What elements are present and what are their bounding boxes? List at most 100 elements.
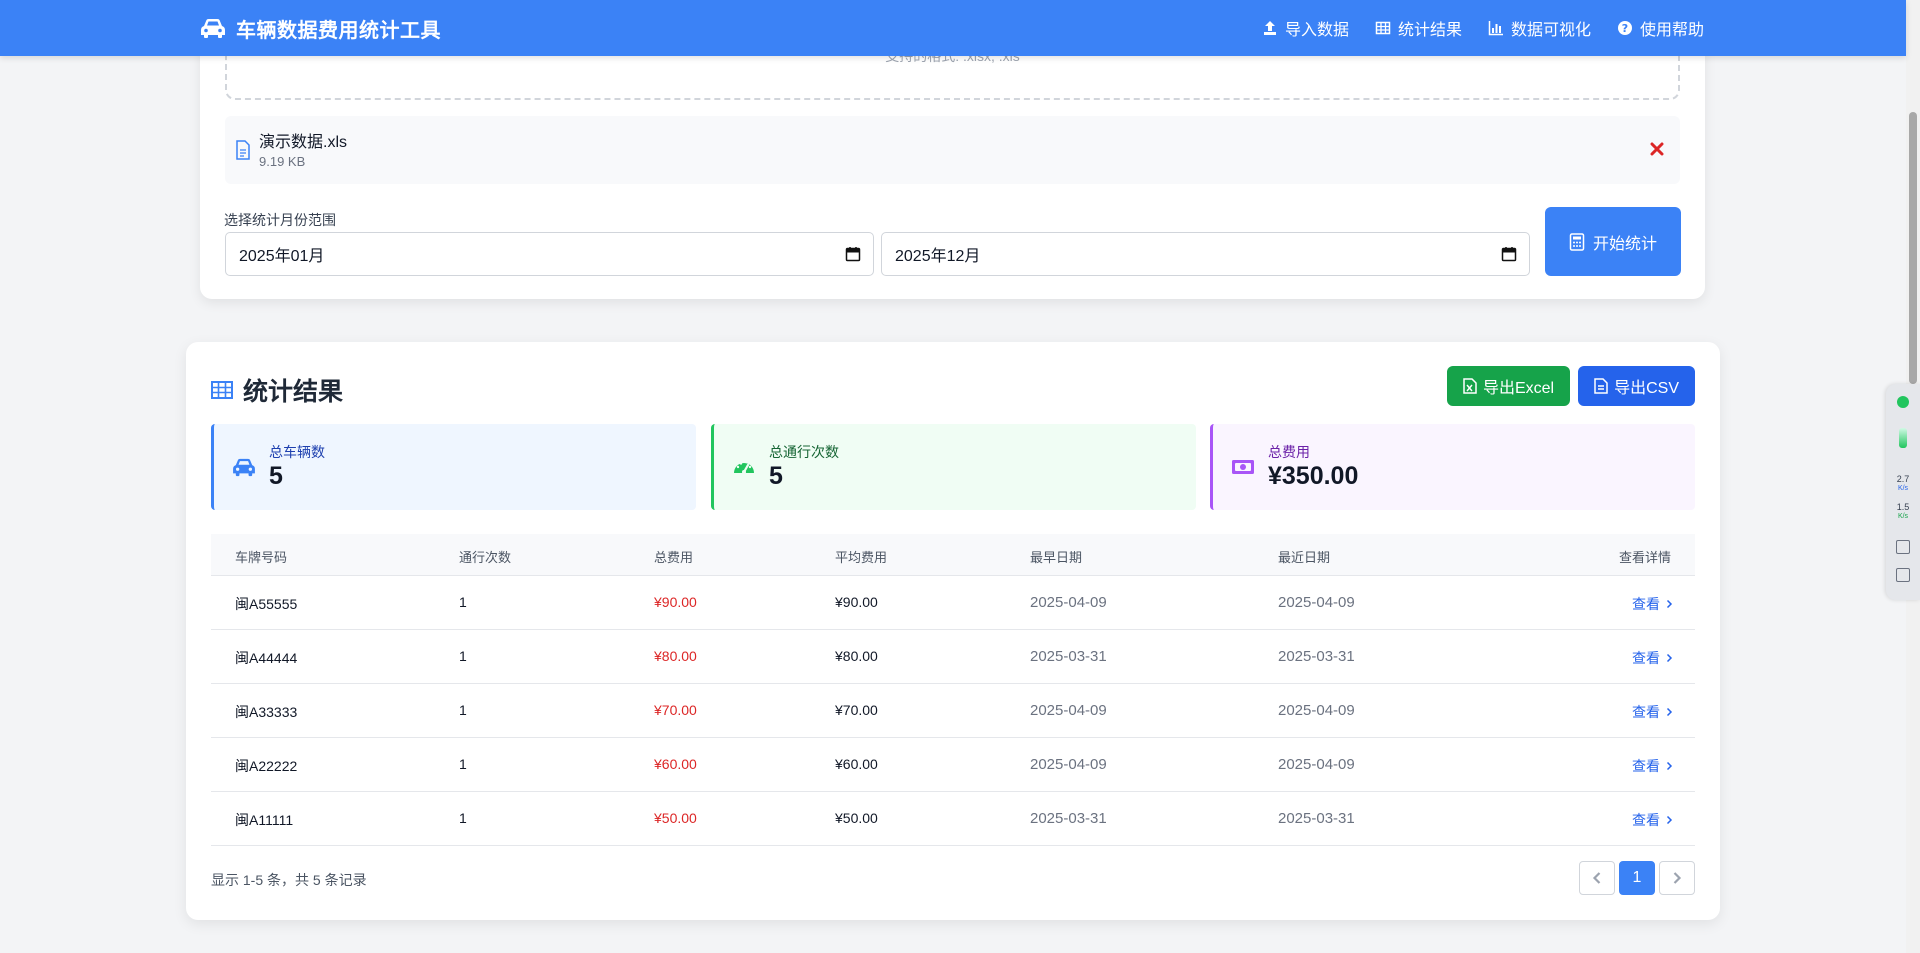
cell-avg: ¥70.00 (835, 702, 878, 718)
money-icon (1232, 460, 1254, 474)
nav-import-label: 导入数据 (1284, 22, 1349, 39)
shield-check-icon (1897, 396, 1909, 408)
cell-plate: 闽A22222 (235, 758, 298, 774)
start-stats-button[interactable]: 开始统计 (1545, 207, 1681, 276)
cell-count: 1 (459, 648, 467, 664)
network-monitor-widget[interactable]: 2.7 K/s 1.5 K/s (1886, 384, 1920, 600)
download-speed-unit: K/s (1897, 513, 1909, 520)
view-details-link[interactable]: 查看 (1632, 810, 1673, 830)
col-plate[interactable]: 车牌号码 (235, 547, 287, 566)
view-details-link[interactable]: 查看 (1632, 756, 1673, 776)
col-avg[interactable]: 平均费用 (835, 547, 887, 566)
results-table: 车牌号码 通行次数 总费用 平均费用 最早日期 最近日期 查看详情 闽A5555… (211, 534, 1695, 846)
nav-help[interactable]: ? 使用帮助 (1617, 16, 1704, 40)
cell-avg: ¥60.00 (835, 756, 878, 772)
cell-count: 1 (459, 756, 467, 772)
nav-results[interactable]: 统计结果 (1375, 16, 1462, 40)
cell-avg: ¥80.00 (835, 648, 878, 664)
col-details: 查看详情 (1618, 550, 1671, 565)
view-details-label: 查看 (1632, 650, 1660, 666)
close-icon[interactable] (1648, 140, 1666, 158)
table-row: 闽A22222 1 ¥60.00 ¥60.00 2025-04-09 2025-04-09… (211, 738, 1695, 792)
stat-value: 5 (769, 462, 783, 490)
stat-label: 总通行次数 (769, 444, 839, 460)
top-navbar: 车辆数据费用统计工具 导入数据 统计结果 数据可视化 ? 使用帮助 (0, 0, 1906, 56)
view-details-label: 查看 (1632, 758, 1660, 774)
export-buttons: 导出Excel 导出CSV (1446, 366, 1695, 406)
cell-total: ¥90.00 (654, 594, 697, 610)
table-row: 闽A33333 1 ¥70.00 ¥70.00 2025-04-09 2025-04-09… (211, 684, 1695, 738)
chevron-right-icon (1666, 707, 1673, 717)
chevron-right-icon (1666, 761, 1673, 771)
nav-visualization[interactable]: 数据可视化 (1488, 16, 1591, 40)
export-excel-button[interactable]: 导出Excel (1446, 366, 1571, 406)
next-page-button[interactable] (1659, 861, 1695, 895)
file-name: 演示数据.xls (259, 134, 348, 151)
table-header: 车牌号码 通行次数 总费用 平均费用 最早日期 最近日期 查看详情 (211, 534, 1695, 576)
car-icon (233, 458, 255, 477)
cell-plate: 闽A33333 (235, 704, 298, 720)
table-row: 闽A55555 1 ¥90.00 ¥90.00 2025-04-09 2025-04-09… (211, 576, 1695, 630)
chevron-right-icon (1666, 815, 1673, 825)
table-icon (1375, 21, 1391, 35)
nav-help-label: 使用帮助 (1639, 22, 1704, 39)
cell-count: 1 (459, 594, 467, 610)
uploaded-file: 演示数据.xls 9.19 KB (225, 116, 1680, 184)
col-last-date[interactable]: 最近日期 (1278, 547, 1330, 566)
stat-total-vehicles: 总车辆数 5 (211, 424, 696, 510)
calculator-icon (1569, 232, 1585, 251)
upload-speed-unit: K/s (1897, 485, 1909, 492)
download-speed-value: 1.5 (1896, 502, 1910, 512)
cell-count: 1 (459, 702, 467, 718)
chart-icon[interactable] (1896, 540, 1910, 554)
view-details-link[interactable]: 查看 (1632, 648, 1673, 668)
help-icon: ? (1617, 21, 1632, 35)
scrollbar-thumb[interactable] (1909, 112, 1917, 384)
chevron-left-icon (1592, 872, 1601, 884)
stat-value: ¥350.00 (1268, 462, 1359, 490)
export-excel-label: 导出Excel (1482, 380, 1555, 397)
stat-label: 总车辆数 (269, 444, 325, 460)
start-month-input[interactable]: 2025年01月 (225, 232, 874, 276)
results-panel: 统计结果 导出Excel 导出CSV 总车辆数 5 总通行次数 5 总费用 ¥3… (186, 342, 1720, 920)
col-first-date[interactable]: 最早日期 (1030, 547, 1082, 566)
cell-avg: ¥90.00 (835, 594, 878, 610)
cell-last: 2025-04-09 (1278, 756, 1355, 773)
calendar-icon[interactable] (845, 246, 861, 262)
prev-page-button[interactable] (1579, 861, 1615, 895)
page-button-1[interactable]: 1 (1619, 861, 1655, 895)
excel-file-icon (1463, 378, 1477, 394)
view-details-label: 查看 (1632, 812, 1660, 828)
svg-text:?: ? (1622, 22, 1628, 35)
cell-plate: 闽A44444 (235, 650, 298, 666)
stat-total-cost: 总费用 ¥350.00 (1210, 424, 1695, 510)
nav-results-label: 统计结果 (1397, 22, 1462, 39)
stat-total-trips: 总通行次数 5 (711, 424, 1196, 510)
upload-speed: 2.7 K/s (1886, 474, 1920, 494)
app-title: 车辆数据费用统计工具 (236, 19, 441, 42)
download-speed: 1.5 K/s (1886, 502, 1920, 522)
cell-plate: 闽A55555 (235, 596, 298, 612)
csv-file-icon (1594, 378, 1608, 394)
results-header: 统计结果 (211, 372, 343, 408)
brand[interactable]: 车辆数据费用统计工具 (200, 0, 441, 56)
file-icon (236, 140, 250, 160)
cell-total: ¥60.00 (654, 756, 697, 772)
upload-icon (1263, 21, 1276, 35)
view-details-link[interactable]: 查看 (1632, 594, 1673, 614)
calendar-icon[interactable] (1501, 246, 1517, 262)
view-details-link[interactable]: 查看 (1632, 702, 1673, 722)
col-count[interactable]: 通行次数 (459, 547, 511, 566)
speedometer-icon (734, 462, 754, 474)
nav-import[interactable]: 导入数据 (1262, 16, 1349, 40)
end-month-input[interactable]: 2025年12月 (881, 232, 1530, 276)
start-stats-label: 开始统计 (1592, 235, 1657, 253)
export-csv-button[interactable]: 导出CSV (1578, 366, 1695, 406)
start-month-value: 2025年01月 (239, 248, 325, 265)
cell-total: ¥50.00 (654, 810, 697, 826)
upload-speed-value: 2.7 (1896, 474, 1910, 484)
table-row: 闽A44444 1 ¥80.00 ¥80.00 2025-03-31 2025-03-31… (211, 630, 1695, 684)
col-total[interactable]: 总费用 (654, 547, 693, 566)
cell-avg: ¥50.00 (835, 810, 878, 826)
search-icon[interactable] (1896, 568, 1910, 582)
